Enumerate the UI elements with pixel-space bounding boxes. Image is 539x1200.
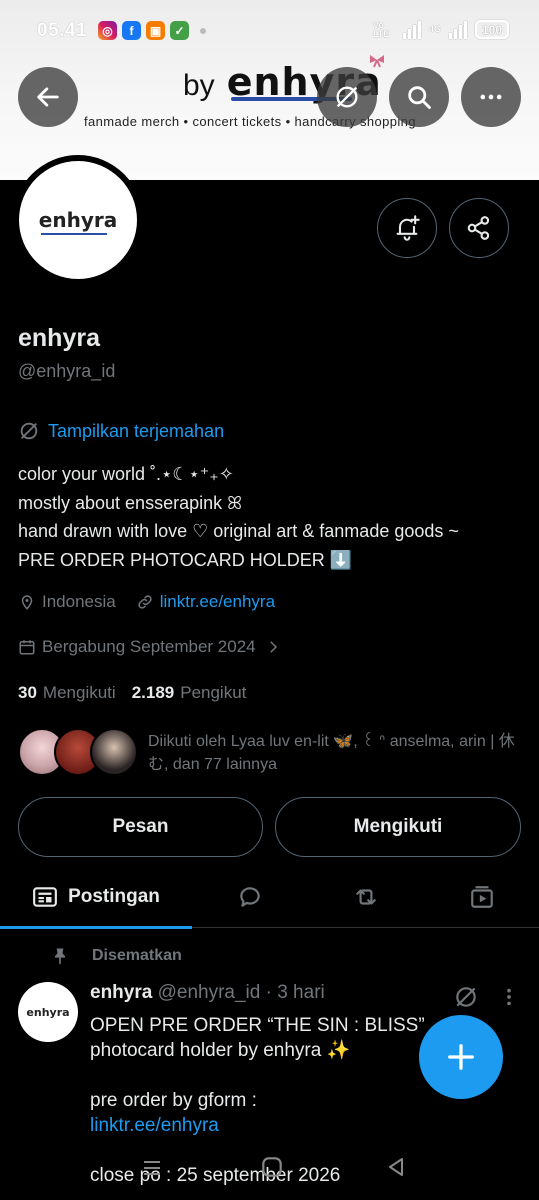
network-type: 4G [428,24,441,34]
battery-icon: 100 [475,20,509,39]
translate-icon [336,86,358,108]
notification-subscribe-button[interactable] [377,198,437,258]
profile-name: enhyra [18,324,100,352]
tab-posts-label: Postingan [68,886,160,907]
recents-icon[interactable] [140,1156,164,1180]
translate-banner-button[interactable] [317,67,377,127]
media-icon [471,886,493,908]
banner-by-text: by [183,69,215,102]
bio-line: hand drawn with love ♡ original art & fa… [18,521,459,541]
followers-stat[interactable]: 2.189 Pengikut [132,683,247,703]
message-button[interactable]: Pesan [18,797,263,857]
pinned-label: Disematkan [92,947,182,964]
shield-app-icon: ✓ [170,21,189,40]
replies-icon [240,887,260,907]
chevron-right-icon [269,641,277,653]
active-tab-indicator [0,926,192,929]
avatar-logo-text: enhyra [38,208,118,232]
post-line: pre order by gform : [90,1090,257,1111]
share-icon [467,216,490,240]
search-icon [408,86,431,109]
reposts-icon [356,889,376,905]
followed-by[interactable]: Diikuti oleh Lyaa luv en-lit 🦋, ꒰ ᐢ anse… [18,726,528,782]
location-pin-icon [21,595,33,610]
post-line: OPEN PRE ORDER “THE SIN : BLISS” [90,1015,425,1036]
profile-handle: @enhyra_id [18,361,116,381]
status-bar: 05.41 ◎ f ▣ ✓ Vo LTE 4G 100 [0,0,539,60]
post-link[interactable]: linktr.ee/enhyra [90,1113,470,1138]
following-button[interactable]: Mengikuti [275,797,521,857]
signal-icon-2 [449,20,467,39]
pinned-indicator: Disematkan [50,946,182,966]
compose-post-button[interactable] [419,1015,503,1099]
notification-icons: ◎ f ▣ ✓ [98,21,206,40]
share-button[interactable] [449,198,509,258]
search-button[interactable] [389,67,449,127]
follower-avatar [90,728,138,776]
location-text: Indonesia [42,592,116,611]
posts-icon [33,887,57,907]
calendar-icon [19,640,35,655]
joined-text: Bergabung September 2024 [42,637,256,656]
followed-by-text: Diikuti oleh Lyaa luv en-lit 🦋, ꒰ ᐢ anse… [148,733,515,773]
tab-reposts[interactable] [316,866,416,928]
bio-line: mostly about ensserapink ꕤ [18,492,243,513]
translate-icon [20,422,38,440]
shop-app-icon: ▣ [146,21,165,40]
home-icon[interactable] [259,1154,285,1180]
following-stat[interactable]: 30 Mengikuti [18,683,116,703]
instagram-icon: ◎ [98,21,117,40]
post-more-icon[interactable] [498,984,520,1010]
translate-bio-link[interactable]: Tampilkan terjemahan [18,420,224,442]
follow-stats: 30 Mengikuti 2.189 Pengikut [18,683,246,703]
post-author-avatar[interactable]: enhyra [18,982,78,1042]
post-avatar-text: enhyra [26,1005,70,1019]
volte-indicator: Vo LTE [372,19,390,39]
bell-plus-icon [396,215,420,241]
system-navigation-bar [0,1140,539,1200]
profile-bio: color your world ˚.⋆☾⋆⁺₊✧ mostly about e… [18,460,459,574]
following-label: Mengikuti [42,683,116,702]
post-handle-time: @enhyra_id · 3 hari [157,982,325,1003]
profile-meta: Indonesia linktr.ee/enhyra [18,592,275,612]
profile-tabs: Postingan [0,866,539,929]
more-options-button[interactable] [461,67,521,127]
more-notifications-dot [200,27,206,34]
link-icon [138,595,152,609]
avatar-image: enhyra [19,161,137,279]
tab-posts[interactable]: Postingan [0,866,192,929]
facebook-icon: f [122,21,141,40]
followers-count: 2.189 [131,683,175,702]
bio-line: PRE ORDER PHOTOCARD HOLDER ⬇️ [18,549,353,570]
post-translate-icon[interactable] [453,984,479,1010]
arrow-left-icon [37,87,59,107]
tab-media[interactable] [432,866,532,928]
joined-date-row[interactable]: Bergabung September 2024 [18,637,282,657]
location: Indonesia [18,592,116,612]
translate-label: Tampilkan terjemahan [48,420,225,441]
tab-replies[interactable] [200,866,300,928]
following-count: 30 [18,683,37,702]
back-nav-icon[interactable] [384,1155,408,1179]
bio-line: color your world ˚.⋆☾⋆⁺₊✧ [18,464,234,484]
pin-icon [55,948,65,965]
post-author-name[interactable]: enhyra [90,982,152,1003]
status-right: Vo LTE 4G 100 [373,20,509,39]
profile-link[interactable]: linktr.ee/enhyra [136,592,275,612]
status-time: 05.41 [37,20,88,41]
more-dots-icon [480,94,502,100]
plus-icon [448,1044,474,1070]
signal-icon [402,20,421,39]
back-button[interactable] [18,67,78,127]
followers-label: Pengikut [180,683,247,702]
post-header: enhyra @enhyra_id · 3 hari [90,982,325,1004]
post-line: photocard holder by enhyra ✨ [90,1040,351,1061]
profile-avatar[interactable]: enhyra [13,155,143,285]
link-text: linktr.ee/enhyra [159,592,276,611]
